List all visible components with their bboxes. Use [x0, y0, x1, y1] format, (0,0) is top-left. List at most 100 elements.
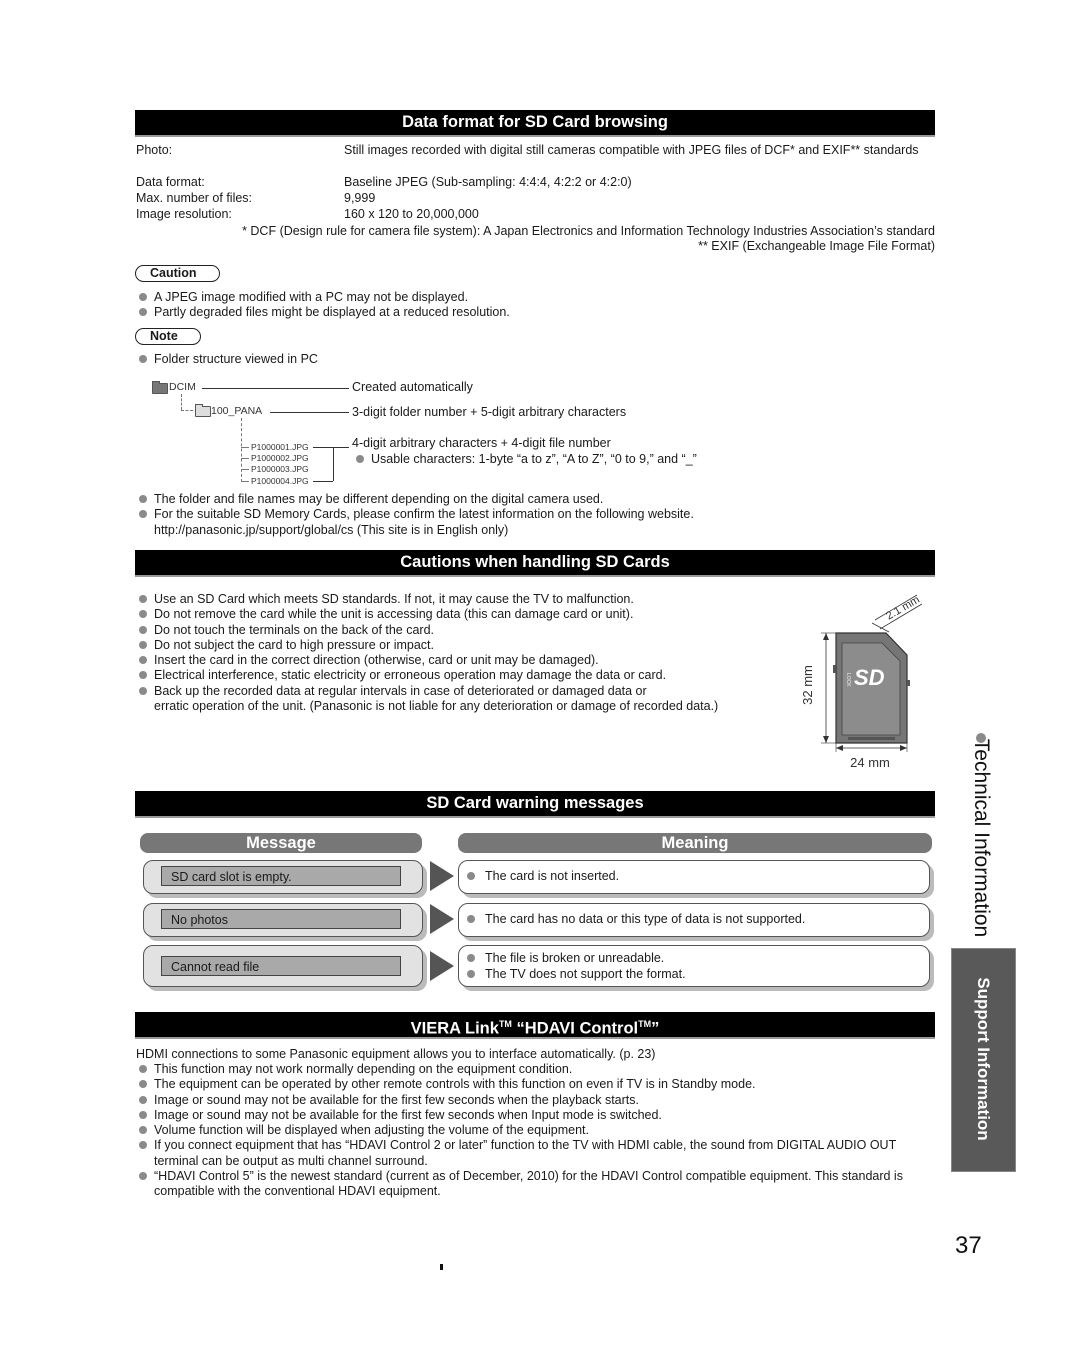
bullet-icon [356, 455, 364, 463]
connector-line [313, 447, 333, 448]
tree-branch [241, 418, 242, 482]
connector-line [333, 447, 334, 481]
page-number: 37 [955, 1232, 982, 1259]
bullet-icon [139, 1080, 147, 1089]
viera-intro: HDMI connections to some Panasonic equip… [136, 1047, 656, 1061]
caution-item: Partly degraded files might be displayed… [136, 305, 510, 320]
warning-meaning-row: The file is broken or unreadable. The TV… [458, 945, 930, 987]
sd-card-figure: 2.1 mm SD LOCK 32 mm 24 mm [790, 585, 935, 775]
meaning-list: The card has no data or this type of dat… [465, 912, 805, 928]
sd-card-illustration: 2.1 mm SD LOCK 32 mm 24 mm [800, 594, 923, 770]
width-label: 24 mm [850, 755, 890, 770]
connector-line [270, 412, 349, 413]
viera-item: This function may not work normally depe… [136, 1062, 916, 1077]
file-name: P1000001.JPG [251, 442, 309, 452]
handling-item: Electrical interference, static electric… [136, 668, 776, 683]
connector-line [313, 481, 333, 482]
print-mark [440, 1264, 443, 1270]
tree-branch [181, 410, 193, 411]
tree-branch [181, 394, 182, 410]
column-header-message: Message [140, 833, 422, 853]
bullet-icon [467, 969, 475, 978]
subfolder-description: 3-digit folder number + 5-digit arbitrar… [352, 405, 627, 419]
label-photo: Photo: [136, 143, 173, 157]
footnote-dcf: * DCF (Design rule for camera file syste… [242, 224, 935, 238]
viera-list: This function may not work normally depe… [136, 1062, 916, 1200]
bullet-icon [467, 915, 475, 923]
section-header-handling: Cautions when handling SD Cards [135, 550, 935, 577]
folder-note-item: The folder and file names may be differe… [136, 492, 694, 507]
warning-meaning-row: The card has no data or this type of dat… [458, 903, 930, 937]
folder-notes-list: The folder and file names may be differe… [136, 492, 694, 538]
meaning-item: The card is not inserted. [465, 869, 619, 885]
note-list: Folder structure viewed in PC [136, 352, 318, 367]
section-header-viera-link: VIERA LinkTM “HDAVI ControlTM” [135, 1012, 935, 1039]
handling-item: Back up the recorded data at regular int… [136, 684, 776, 699]
meaning-item: The file is broken or unreadable. [465, 951, 686, 967]
side-label-technical-information[interactable]: Technical Information [969, 739, 993, 937]
usable-chars-list: Usable characters: 1-byte “a to z”, “A t… [353, 452, 697, 467]
bullet-icon [139, 1172, 147, 1181]
bullet-icon [139, 1126, 147, 1135]
bullet-icon [139, 293, 147, 301]
value-photo: Still images recorded with digital still… [344, 143, 919, 157]
bullet-icon [139, 510, 147, 519]
connector-line [333, 447, 349, 448]
bullet-icon [139, 495, 147, 503]
bullet-icon [467, 872, 475, 880]
value-data-format: Baseline JPEG (Sub-sampling: 4:4:4, 4:2:… [344, 175, 632, 189]
bullet-icon [467, 954, 475, 962]
warning-message-row: SD card slot is empty. [143, 860, 423, 894]
file-name: P1000002.JPG [251, 453, 309, 463]
usable-chars-item: Usable characters: 1-byte “a to z”, “A t… [353, 452, 697, 467]
file-name: P1000004.JPG [251, 476, 309, 486]
caution-item: A JPEG image modified with a PC may not … [136, 290, 510, 305]
bullet-icon [139, 671, 147, 680]
bullet-icon [139, 610, 147, 619]
bullet-icon [139, 640, 147, 649]
handling-item-cont: erratic operation of the unit. (Panasoni… [154, 699, 719, 714]
tree-branch [241, 481, 249, 482]
viera-item: “HDAVI Control 5” is the newest standard… [136, 1169, 916, 1200]
folder-icon [152, 381, 168, 394]
value-max-files: 9,999 [344, 191, 376, 205]
bullet-icon [139, 686, 147, 695]
footnote-exif: ** EXIF (Exchangeable Image File Format) [698, 239, 935, 253]
meaning-list: The file is broken or unreadable. The TV… [465, 951, 686, 982]
arrow-right-icon [430, 904, 454, 934]
bullet-icon [139, 308, 147, 317]
tree-branch [241, 458, 249, 459]
arrow-right-icon [430, 861, 454, 891]
bullet-icon [139, 656, 147, 665]
caution-label: Caution [135, 265, 220, 282]
value-resolution: 160 x 120 to 20,000,000 [344, 207, 479, 221]
section-header-data-format: Data format for SD Card browsing [135, 110, 935, 137]
sd-logo: SD [854, 665, 885, 690]
handling-item: Do not subject the card to high pressure… [136, 638, 776, 653]
folder-note-item: For the suitable SD Memory Cards, please… [136, 507, 694, 522]
file-name: P1000003.JPG [251, 464, 309, 474]
handling-list: Use an SD Card which meets SD standards.… [136, 592, 776, 714]
handling-item: Use an SD Card which meets SD standards.… [136, 592, 776, 607]
label-data-format: Data format: [136, 175, 205, 189]
meaning-item: The TV does not support the format. [465, 967, 686, 983]
viera-item: Image or sound may not be available for … [136, 1108, 916, 1123]
website-line[interactable]: http://panasonic.jp/support/global/cs (T… [136, 523, 694, 538]
viera-item: Volume function will be displayed when a… [136, 1123, 916, 1138]
warning-meaning-row: The card is not inserted. [458, 860, 930, 894]
website-link[interactable]: http://panasonic.jp/support/global/cs (T… [154, 523, 508, 537]
warning-message-text: Cannot read file [161, 956, 401, 976]
bullet-icon [139, 1141, 147, 1150]
caution-list: A JPEG image modified with a PC may not … [136, 290, 510, 321]
note-item: Folder structure viewed in PC [136, 352, 318, 367]
tree-branch [241, 469, 249, 470]
bullet-icon [139, 1110, 147, 1119]
side-tab-label[interactable]: Support Information [973, 977, 993, 1140]
folder-icon [195, 404, 211, 417]
viera-item: Image or sound may not be available for … [136, 1093, 916, 1108]
meaning-item: The card has no data or this type of dat… [465, 912, 805, 928]
folder-100-pana: 100_PANA [211, 405, 263, 417]
warning-message-row: Cannot read file [143, 945, 423, 987]
warning-message-row: No photos [143, 903, 423, 937]
handling-item: Do not remove the card while the unit is… [136, 607, 776, 622]
